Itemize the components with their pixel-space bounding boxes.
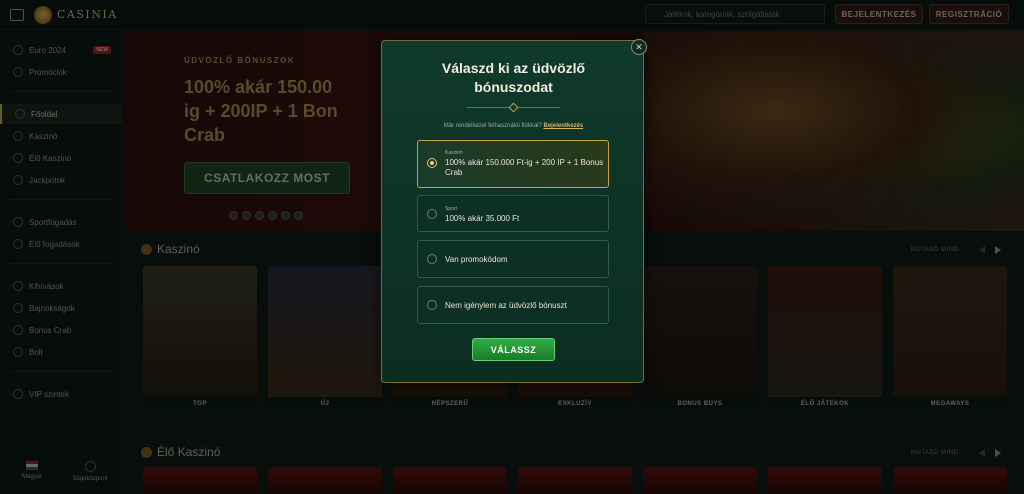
option-category: Sport [445, 206, 457, 212]
radio-selected-icon[interactable] [427, 158, 437, 168]
option-label: Van promokódom [445, 255, 508, 264]
welcome-bonus-modal: ✕ Válaszd ki az üdvözlő bónuszodat Már r… [381, 39, 647, 383]
bonus-option-no-bonus[interactable]: Nem igénylem az üdvözlő bónuszt [417, 286, 609, 324]
app-root: CASINIA BEJELENTKEZÉS REGISZTRÁCIÓ Euro … [0, 0, 1024, 494]
option-label: Nem igénylem az üdvözlő bónuszt [445, 301, 567, 310]
radio-icon[interactable] [427, 254, 437, 264]
option-category: Kaszinó [445, 150, 463, 156]
option-label: 100% akár 150.000 Ft-ig + 200 IP + 1 Bon… [445, 158, 604, 177]
login-link[interactable]: Bejelentkezés [544, 123, 584, 129]
bonus-option-promo-code[interactable]: Van promokódom [417, 240, 609, 278]
choose-button[interactable]: VÁLASSZ [472, 338, 555, 361]
option-label: 100% akár 35.000 Ft [445, 214, 520, 223]
radio-icon[interactable] [427, 300, 437, 310]
bonus-option-sport[interactable]: Sport 100% akár 35.000 Ft [417, 195, 609, 232]
login-prompt: Már rendelkezel felhasználói fiókkal? Be… [382, 123, 645, 129]
close-icon[interactable]: ✕ [631, 39, 647, 55]
bonus-option-casino[interactable]: Kaszinó 100% akár 150.000 Ft-ig + 200 IP… [417, 140, 609, 188]
login-prompt-text: Már rendelkezel felhasználói fiókkal? [443, 123, 542, 129]
modal-title: Válaszd ki az üdvözlő bónuszodat [441, 60, 586, 95]
divider-diamond-icon [508, 102, 519, 113]
radio-icon[interactable] [427, 209, 437, 219]
